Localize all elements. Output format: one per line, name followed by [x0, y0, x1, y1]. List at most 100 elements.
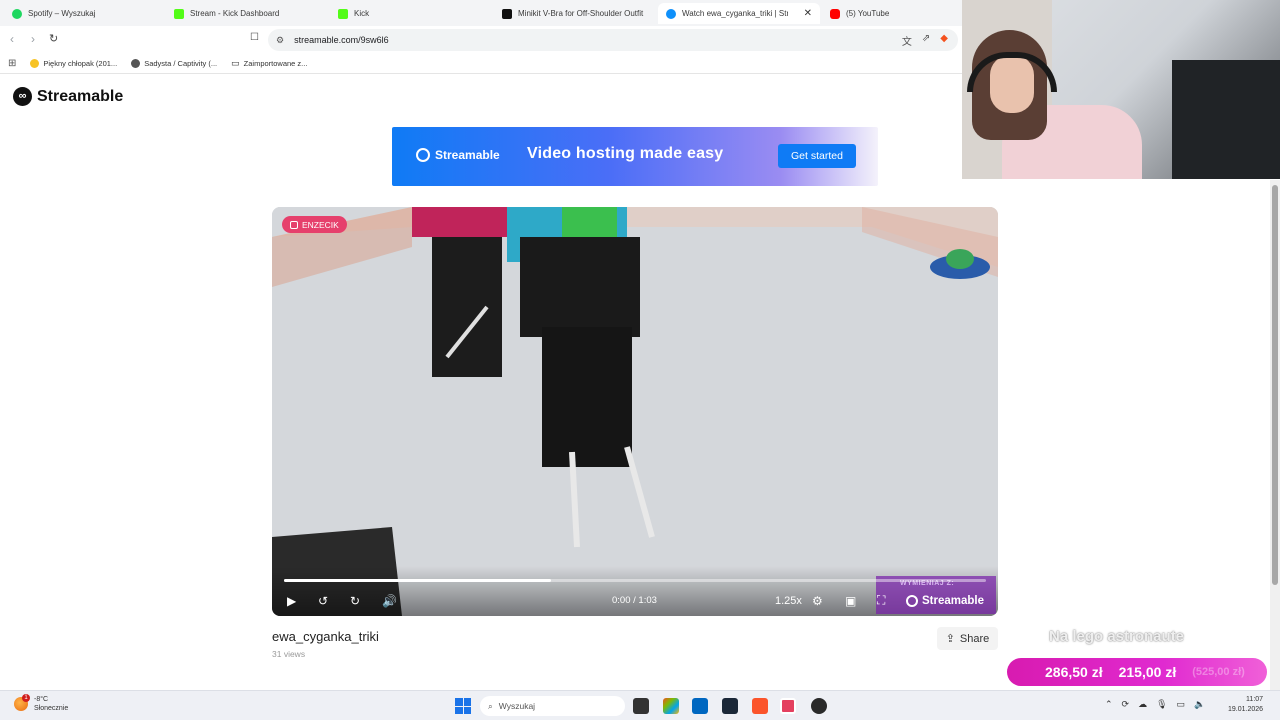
video-views: 31 views [272, 649, 306, 659]
taskbar-search[interactable]: ⌕ Wyszukaj [480, 696, 625, 716]
store-icon[interactable] [692, 698, 708, 714]
video-brand-text: Streamable [922, 595, 985, 607]
chevron-up-icon[interactable]: ⌃ [1105, 699, 1113, 710]
obs-icon[interactable] [811, 698, 827, 714]
copilot-icon[interactable] [663, 698, 679, 714]
display-icon[interactable]: ▭ [1177, 699, 1186, 710]
video-brand[interactable]: Streamable [906, 595, 984, 607]
sync-icon[interactable]: ⟳ [1122, 699, 1130, 710]
banner-headline: Video hosting made easy [527, 145, 724, 162]
brave-icon[interactable] [752, 698, 768, 714]
back-icon[interactable]: ‹ [10, 32, 14, 46]
donation-goal-bar: 286,50 zł 215,00 zł (525,00 zł) [1007, 658, 1267, 686]
folder-icon: ▭ [231, 58, 240, 68]
app-icon[interactable] [780, 698, 796, 714]
tiktok-icon [502, 8, 512, 19]
share-page-icon[interactable]: ⇗ [922, 33, 930, 48]
youtube-icon [830, 8, 840, 19]
weather-sun-icon: 1 [14, 694, 30, 711]
brave-shield-icon[interactable]: ◆ [940, 33, 948, 48]
bookmark-label: Zaimportowane z... [243, 59, 308, 68]
steam-icon[interactable] [722, 698, 738, 714]
fullscreen-icon[interactable]: ⛶ [877, 593, 885, 608]
browser-toolbar: ‹ › ↻ ☐ ⚙ streamable.com/9sw6l6 文 ⇗ ◆ [0, 26, 962, 54]
tab-streamable[interactable]: Watch ewa_cyganka_triki | Stream ✕ [658, 3, 820, 24]
kick-icon [174, 8, 184, 19]
streamable-logo-icon: ∞ [13, 87, 32, 106]
logo-text: Streamable [37, 87, 124, 105]
screen: Spotify – Wyszukaj Stream - Kick Dashboa… [0, 0, 1280, 720]
get-started-button[interactable]: Get started [778, 144, 856, 168]
banner-brand-text: Streamable [435, 148, 500, 162]
tab-label: Stream - Kick Dashboard [190, 9, 280, 18]
weather-temp: -8°C [34, 696, 49, 703]
tab-label: Spotify – Wyszukaj [28, 9, 96, 18]
share-button[interactable]: ⇪ Share [937, 627, 998, 650]
tag-label: ENZECIK [302, 219, 339, 230]
bookmark-icon[interactable]: ☐ [250, 32, 259, 43]
windows-start-icon[interactable] [455, 698, 471, 714]
onedrive-icon[interactable]: ☁ [1138, 699, 1147, 710]
weather-widget[interactable]: 1 -8°C Słonecznie [14, 694, 68, 713]
apps-grid-icon[interactable]: ⊞ [8, 58, 16, 69]
stream-caption: Na lego astronaute [1049, 628, 1185, 645]
notification-badge: 1 [22, 694, 30, 702]
reload-icon[interactable]: ↻ [49, 32, 58, 45]
bookmark-item[interactable]: Sadysta / Captivity (... [131, 59, 217, 68]
forward-icon[interactable]: › [31, 32, 35, 46]
streamable-icon [666, 8, 676, 19]
bookmarks-bar: ⊞ Piękny chłopak (201... Sadysta / Capti… [0, 54, 962, 74]
instagram-tag[interactable]: ENZECIK [282, 216, 347, 233]
forward-10-icon[interactable]: ↻ [350, 594, 360, 608]
bookmark-item[interactable]: Piękny chłopak (201... [30, 59, 117, 68]
url-text[interactable]: streamable.com/9sw6l6 [294, 35, 389, 45]
windows-taskbar: 1 -8°C Słonecznie ⌕ Wyszukaj ⌃ ⟳ ☁ 🎙 ▭ 🔈 [0, 690, 1280, 720]
system-tray: ⌃ ⟳ ☁ 🎙 ▭ 🔈 [1105, 699, 1205, 710]
instagram-icon [290, 220, 298, 229]
tab-youtube[interactable]: (5) YouTube [822, 3, 962, 24]
volume-icon[interactable]: 🔊 [382, 594, 397, 608]
tab-kick[interactable]: Kick [330, 3, 490, 24]
promo-banner[interactable]: Streamable Video hosting made easy Get s… [392, 127, 878, 186]
kick-icon [338, 8, 348, 19]
spotify-icon [12, 8, 22, 19]
share-label: Share [959, 632, 990, 645]
emoji-icon [30, 59, 40, 68]
clock[interactable]: 11:07 19.01.2026 [1228, 695, 1263, 715]
rewind-icon[interactable]: ↺ [318, 594, 328, 608]
webcam-monitor [1172, 60, 1280, 179]
bookmark-folder[interactable]: ▭ Zaimportowane z... [231, 58, 307, 69]
streamable-logo-icon [906, 595, 918, 607]
share-icon: ⇪ [945, 633, 955, 645]
webcam-overlay [962, 0, 1280, 179]
video-player[interactable]: ENZECIK WYMIENIAJ Z: ▶ ↺ ↻ 🔊 0:00 / 1:03… [272, 207, 998, 616]
speaker-icon[interactable]: 🔈 [1194, 699, 1205, 710]
tab-minikit[interactable]: Minikit V-Bra for Off-Shoulder Outfit [494, 3, 654, 24]
scrollbar-thumb[interactable] [1272, 185, 1278, 585]
search-icon: ⌕ [488, 700, 493, 711]
site-info-icon[interactable]: ⚙ [276, 35, 284, 46]
donation-second: 215,00 zł [1118, 664, 1177, 680]
seek-bar[interactable] [284, 579, 986, 582]
video-frame [272, 207, 998, 616]
tab-spotify[interactable]: Spotify – Wyszukaj [4, 3, 164, 24]
bookmark-label: Piękny chłopak (201... [43, 59, 118, 68]
close-icon[interactable]: ✕ [804, 8, 812, 19]
microphone-icon[interactable]: 🎙 [1156, 699, 1167, 710]
clock-date: 19.01.2026 [1228, 706, 1264, 713]
page-scrollbar[interactable] [1270, 180, 1280, 690]
seek-bar-fill [284, 579, 551, 582]
banner-brand: Streamable [416, 148, 500, 162]
settings-gear-icon[interactable]: ⚙ [812, 594, 823, 608]
translate-icon[interactable]: 文 [902, 33, 912, 48]
play-icon[interactable]: ▶ [287, 594, 296, 608]
playback-speed[interactable]: 1.25x [775, 595, 802, 607]
search-placeholder: Wyszukaj [498, 701, 536, 711]
donation-goal: (525,00 zł) [1192, 666, 1245, 678]
task-view-icon[interactable] [633, 698, 649, 714]
address-bar[interactable]: ⚙ streamable.com/9sw6l6 文 ⇗ ◆ [268, 29, 958, 51]
tab-kick-dashboard[interactable]: Stream - Kick Dashboard [166, 3, 326, 24]
picture-in-picture-icon[interactable]: ▣ [845, 594, 856, 608]
clock-time: 11:07 [1246, 696, 1264, 703]
site-logo[interactable]: ∞ Streamable [13, 87, 123, 106]
